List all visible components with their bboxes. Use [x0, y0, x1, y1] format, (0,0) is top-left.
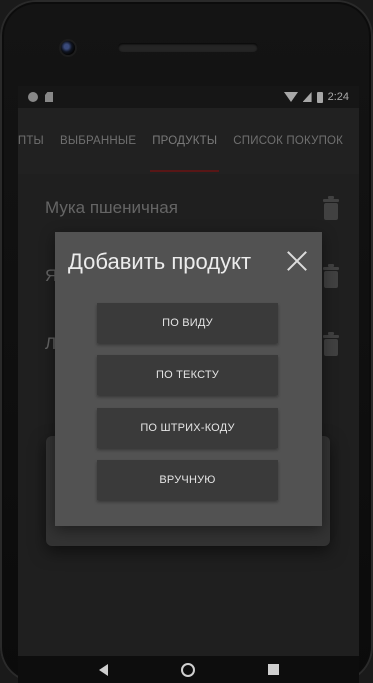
back-icon[interactable]	[98, 663, 108, 676]
add-product-dialog: Добавить продукт ПО ВИДУ ПО ТЕКСТУ ПО ШТ…	[55, 232, 322, 526]
home-icon[interactable]	[180, 662, 195, 677]
navigation-bar	[18, 656, 359, 683]
by-barcode-button[interactable]: ПО ШТРИХ-КОДУ	[97, 408, 278, 448]
earpiece-speaker	[118, 43, 258, 52]
front-camera-icon	[61, 41, 75, 55]
by-text-button[interactable]: ПО ТЕКСТУ	[97, 355, 278, 395]
recents-icon[interactable]	[267, 664, 279, 675]
manual-entry-button[interactable]: ВРУЧНУЮ	[97, 460, 278, 500]
by-view-button[interactable]: ПО ВИДУ	[97, 303, 278, 343]
dialog-title: Добавить продукт	[68, 249, 252, 274]
app-screen: 2:24 ЕПТЫ ВЫБРАННЫЕ ПРОДУКТЫ СПИСОК ПОКУ…	[18, 86, 359, 683]
close-icon[interactable]	[286, 250, 308, 272]
phone-frame: 2:24 ЕПТЫ ВЫБРАННЫЕ ПРОДУКТЫ СПИСОК ПОКУ…	[0, 0, 373, 683]
